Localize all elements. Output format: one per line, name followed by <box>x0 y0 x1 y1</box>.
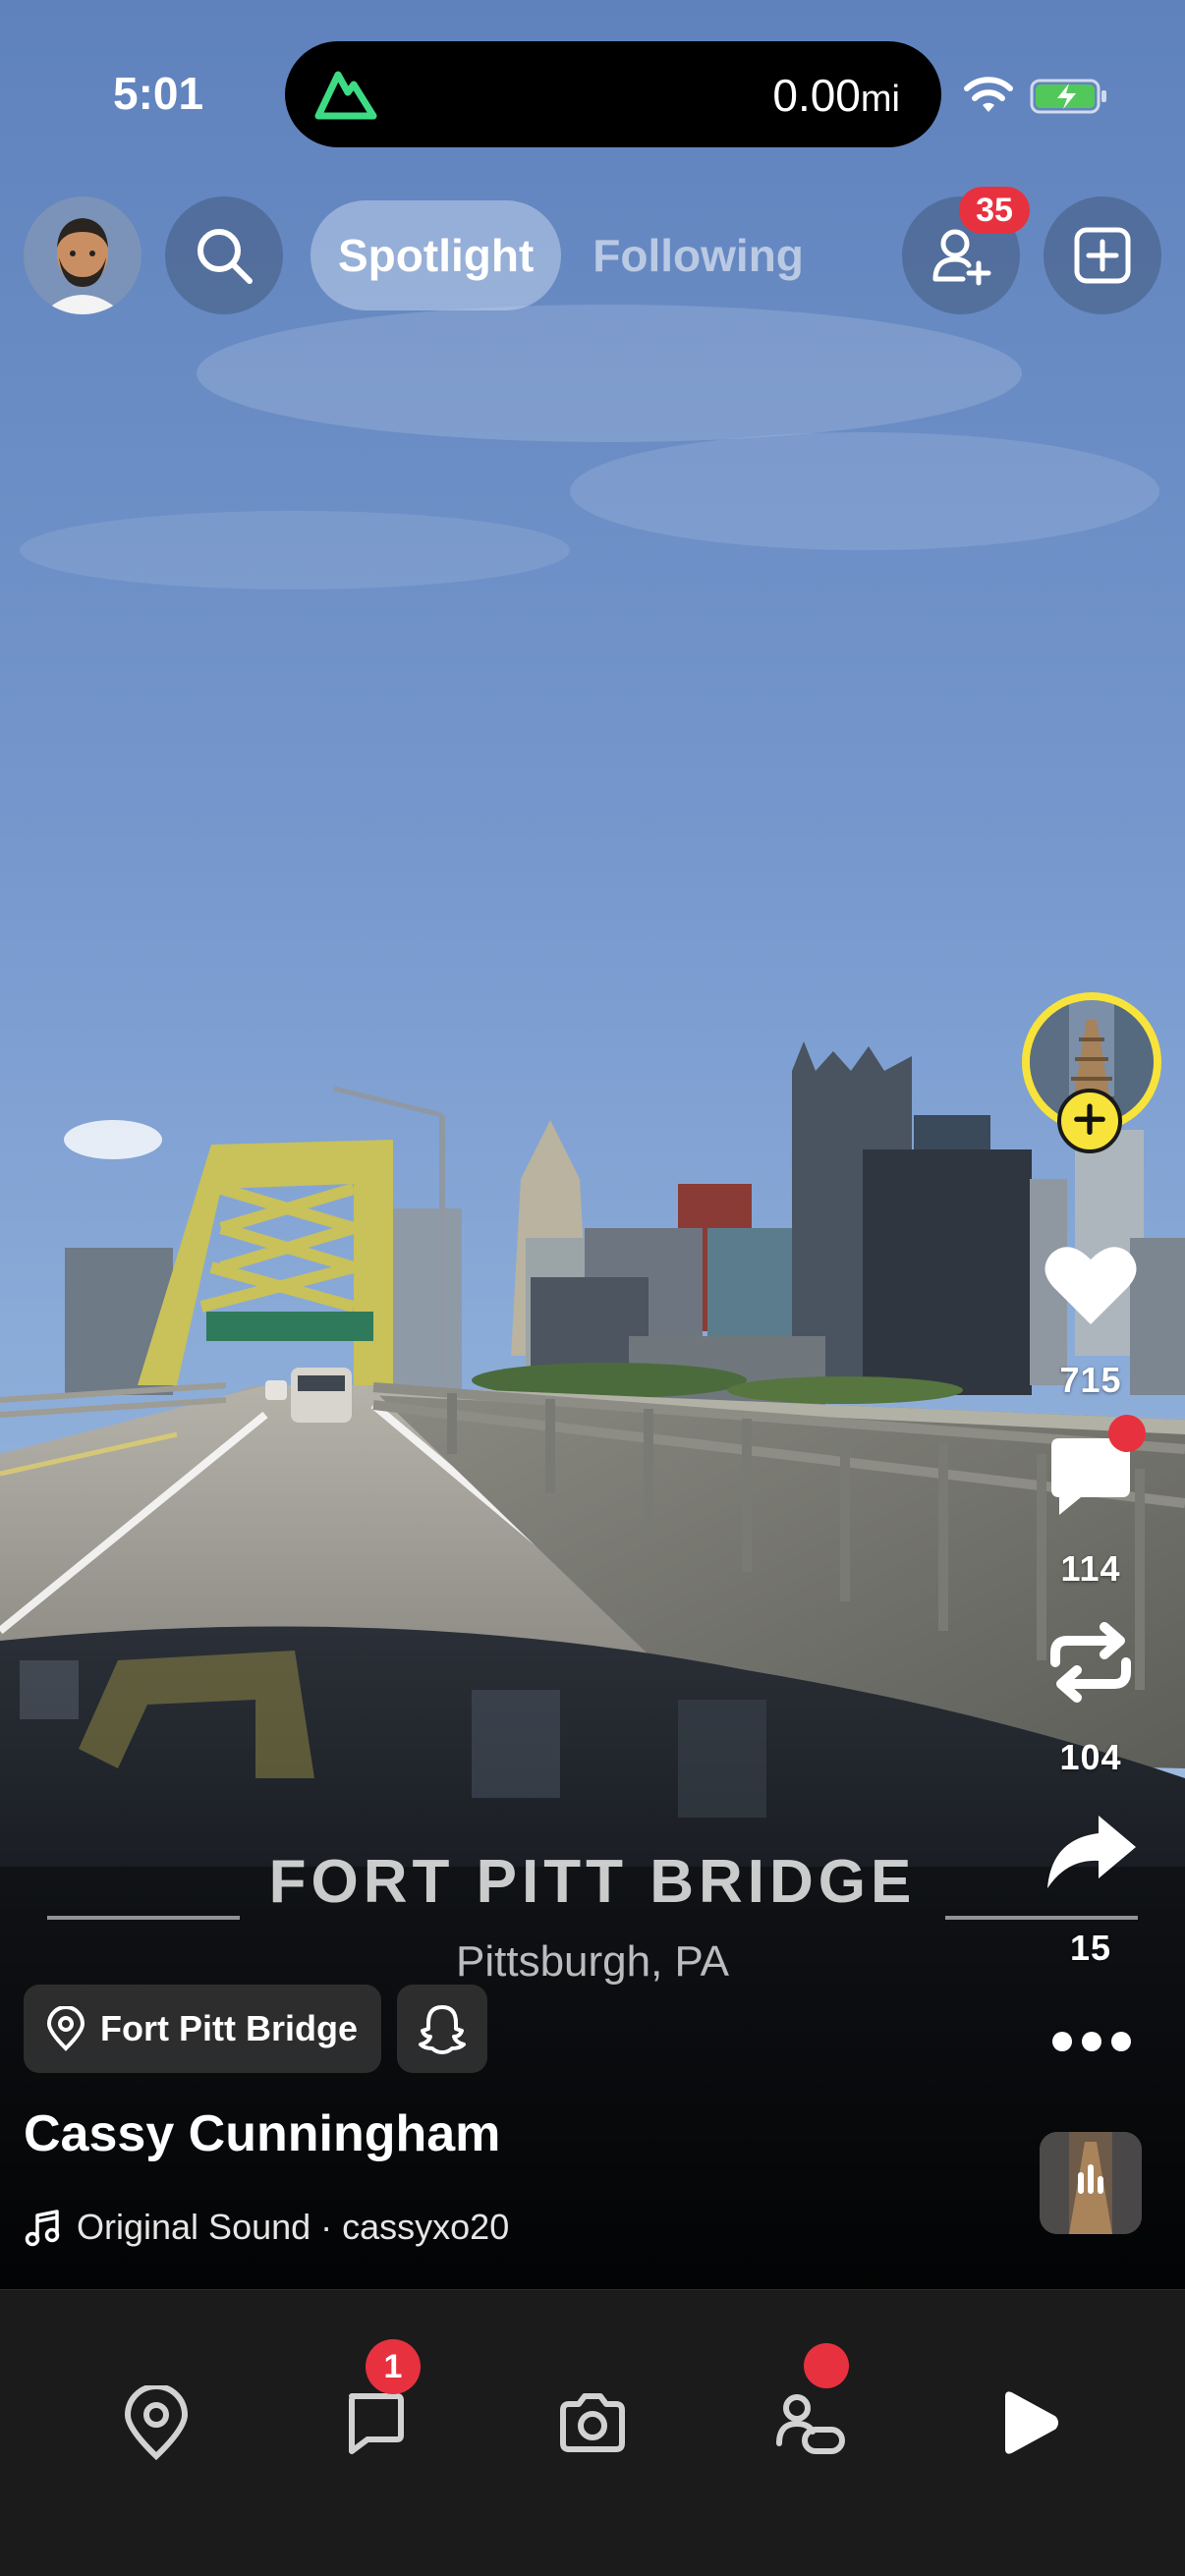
nav-camera[interactable] <box>548 2379 637 2467</box>
stories-notification-dot <box>804 2343 849 2388</box>
share-arrow-icon[interactable] <box>1042 1804 1140 1902</box>
nav-chat[interactable] <box>330 2379 419 2467</box>
comment-count: 114 <box>1060 1548 1121 1589</box>
nav-spotlight[interactable] <box>985 2379 1073 2467</box>
nav-map[interactable] <box>112 2379 200 2467</box>
remix-icon[interactable] <box>1042 1613 1140 1711</box>
friend-requests-badge: 35 <box>959 187 1030 234</box>
bitmoji-avatar <box>24 196 141 314</box>
chat-badge: 1 <box>366 2339 421 2394</box>
sound-label: Original Sound · cassyxo20 <box>77 2207 510 2247</box>
map-pin-icon <box>124 2385 189 2460</box>
profile-avatar-button[interactable] <box>24 196 141 314</box>
like-count: 715 <box>1059 1360 1122 1400</box>
place-chip[interactable]: Fort Pitt Bridge <box>24 1985 381 2073</box>
tab-following[interactable]: Following <box>565 200 831 310</box>
nav-stories[interactable] <box>766 2379 855 2467</box>
sound-thumbnail-button[interactable] <box>1040 2132 1142 2234</box>
chat-icon <box>349 2393 404 2454</box>
bottom-nav-bar: 1 <box>0 2289 1185 2576</box>
heart-icon[interactable] <box>1042 1236 1140 1334</box>
live-activity-distance: 0.00mi <box>772 70 900 121</box>
search-icon <box>198 229 253 284</box>
alltrails-icon <box>314 71 377 120</box>
video-caption-title: FORT PITT BRIDGE <box>268 1848 917 1916</box>
place-chip-label: Fort Pitt Bridge <box>100 2008 358 2048</box>
snapchat-ghost-button[interactable] <box>397 1985 487 2073</box>
more-options-icon[interactable] <box>1047 2024 1136 2059</box>
creator-name[interactable]: Cassy Cunningham <box>24 2104 500 2163</box>
spotlight-video[interactable]: FORT PITT BRIDGE Pittsburgh, PA <box>0 0 1185 2289</box>
sound-thumbnail <box>1040 2132 1142 2234</box>
create-button[interactable] <box>1044 196 1161 314</box>
sound-attribution[interactable]: Original Sound · cassyxo20 <box>24 2207 509 2248</box>
follow-plus-icon[interactable] <box>1057 1089 1122 1153</box>
dynamic-island[interactable]: 0.00mi <box>285 41 941 147</box>
tab-spotlight[interactable]: Spotlight <box>310 200 562 310</box>
search-button[interactable] <box>165 196 283 314</box>
spotlight-play-icon <box>1005 2391 1058 2454</box>
music-note-icon <box>25 2210 60 2247</box>
video-caption-subtitle: Pittsburgh, PA <box>456 1937 729 1986</box>
battery-charging-icon <box>1030 79 1106 114</box>
wifi-icon <box>964 77 1013 112</box>
status-time: 5:01 <box>113 68 204 119</box>
feed-tabs: Spotlight Following <box>310 200 831 310</box>
remix-count: 104 <box>1059 1737 1122 1777</box>
camera-icon <box>560 2393 625 2452</box>
comment-notification-dot <box>1108 1415 1146 1452</box>
ghost-icon <box>419 2005 466 2054</box>
plus-square-icon <box>1074 227 1131 284</box>
share-count: 15 <box>1069 1928 1112 1968</box>
stories-friends-icon <box>776 2394 845 2454</box>
location-pin-icon <box>46 2006 85 2051</box>
